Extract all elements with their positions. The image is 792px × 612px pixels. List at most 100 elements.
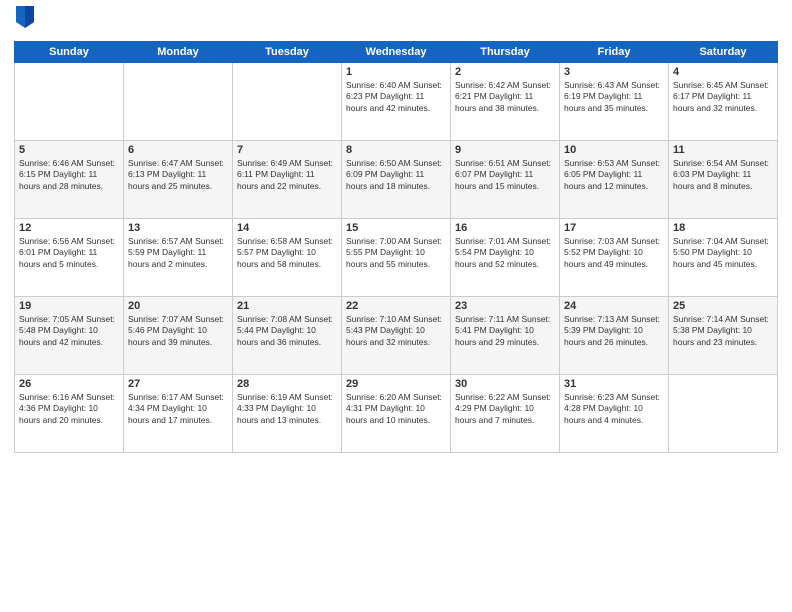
day-cell [124, 62, 233, 140]
day-cell: 30Sunrise: 6:22 AM Sunset: 4:29 PM Dayli… [451, 374, 560, 452]
calendar-table: SundayMondayTuesdayWednesdayThursdayFrid… [14, 41, 778, 453]
day-cell: 2 Sunrise: 6:42 AM Sunset: 6:21 PM Daylig… [451, 62, 560, 140]
day-cell: 31 Sunrise: 6:23 AM Sunset: 4:28 PM Dayli… [560, 374, 669, 452]
day-info: Sunrise: 7:14 AM Sunset: 5:38 PM Dayligh… [673, 314, 773, 348]
day-cell: 8 Sunrise: 6:50 AM Sunset: 6:09 PM Daylig… [342, 140, 451, 218]
day-cell: 5 Sunrise: 6:46 AM Sunset: 6:15 PM Daylig… [15, 140, 124, 218]
day-info: Sunrise: 6:23 AM Sunset: 4:28 PM Dayligh… [564, 392, 664, 426]
day-cell [15, 62, 124, 140]
day-cell: 24 Sunrise: 7:13 AM Sunset: 5:39 PM Dayli… [560, 296, 669, 374]
day-number: 21 [237, 300, 337, 312]
day-cell: 14 Sunrise: 6:58 AM Sunset: 5:57 PM Dayli… [233, 218, 342, 296]
day-cell: 20 Sunrise: 7:07 AM Sunset: 5:46 PM Dayli… [124, 296, 233, 374]
day-number: 6 [128, 144, 228, 156]
day-number: 3 [564, 66, 664, 78]
day-info: Sunrise: 6:46 AM Sunset: 6:15 PM Dayligh… [19, 158, 119, 192]
day-number: 20 [128, 300, 228, 312]
day-cell: 7Sunrise: 6:49 AM Sunset: 6:11 PM Daylig… [233, 140, 342, 218]
day-info: Sunrise: 7:07 AM Sunset: 5:46 PM Dayligh… [128, 314, 228, 348]
day-number: 15 [346, 222, 446, 234]
weekday-header-friday: Friday [560, 41, 669, 62]
page-container: SundayMondayTuesdayWednesdayThursdayFrid… [0, 0, 792, 612]
day-cell: 4Sunrise: 6:45 AM Sunset: 6:17 PM Daylig… [669, 62, 778, 140]
day-info: Sunrise: 6:42 AM Sunset: 6:21 PM Dayligh… [455, 80, 555, 114]
day-number: 7 [237, 144, 337, 156]
week-row-1: 1 Sunrise: 6:40 AM Sunset: 6:23 PM Daylig… [15, 62, 778, 140]
day-info: Sunrise: 6:16 AM Sunset: 4:36 PM Dayligh… [19, 392, 119, 426]
day-info: Sunrise: 7:00 AM Sunset: 5:55 PM Dayligh… [346, 236, 446, 270]
day-info: Sunrise: 6:47 AM Sunset: 6:13 PM Dayligh… [128, 158, 228, 192]
day-info: Sunrise: 7:13 AM Sunset: 5:39 PM Dayligh… [564, 314, 664, 348]
day-info: Sunrise: 7:08 AM Sunset: 5:44 PM Dayligh… [237, 314, 337, 348]
day-cell: 26Sunrise: 6:16 AM Sunset: 4:36 PM Dayli… [15, 374, 124, 452]
day-cell: 16 Sunrise: 7:01 AM Sunset: 5:54 PM Dayli… [451, 218, 560, 296]
day-cell: 15 Sunrise: 7:00 AM Sunset: 5:55 PM Dayli… [342, 218, 451, 296]
day-number: 14 [237, 222, 337, 234]
day-number: 17 [564, 222, 664, 234]
day-info: Sunrise: 6:53 AM Sunset: 6:05 PM Dayligh… [564, 158, 664, 192]
day-cell: 19 Sunrise: 7:05 AM Sunset: 5:48 PM Dayli… [15, 296, 124, 374]
day-info: Sunrise: 7:03 AM Sunset: 5:52 PM Dayligh… [564, 236, 664, 270]
day-cell: 13Sunrise: 6:57 AM Sunset: 5:59 PM Dayli… [124, 218, 233, 296]
day-number: 9 [455, 144, 555, 156]
day-number: 10 [564, 144, 664, 156]
day-cell [233, 62, 342, 140]
logo-icon [16, 6, 34, 28]
day-info: Sunrise: 7:04 AM Sunset: 5:50 PM Dayligh… [673, 236, 773, 270]
day-info: Sunrise: 7:05 AM Sunset: 5:48 PM Dayligh… [19, 314, 119, 348]
logo [14, 10, 34, 33]
day-cell: 11 Sunrise: 6:54 AM Sunset: 6:03 PM Dayli… [669, 140, 778, 218]
day-cell: 29 Sunrise: 6:20 AM Sunset: 4:31 PM Dayli… [342, 374, 451, 452]
logo-text [14, 10, 34, 33]
day-cell: 21 Sunrise: 7:08 AM Sunset: 5:44 PM Dayli… [233, 296, 342, 374]
day-info: Sunrise: 7:10 AM Sunset: 5:43 PM Dayligh… [346, 314, 446, 348]
day-number: 4 [673, 66, 773, 78]
day-number: 24 [564, 300, 664, 312]
day-info: Sunrise: 6:43 AM Sunset: 6:19 PM Dayligh… [564, 80, 664, 114]
day-info: Sunrise: 6:58 AM Sunset: 5:57 PM Dayligh… [237, 236, 337, 270]
header [14, 10, 778, 33]
day-info: Sunrise: 6:56 AM Sunset: 6:01 PM Dayligh… [19, 236, 119, 270]
day-cell [669, 374, 778, 452]
weekday-header-sunday: Sunday [15, 41, 124, 62]
day-number: 8 [346, 144, 446, 156]
week-row-4: 19 Sunrise: 7:05 AM Sunset: 5:48 PM Dayli… [15, 296, 778, 374]
day-info: Sunrise: 6:17 AM Sunset: 4:34 PM Dayligh… [128, 392, 228, 426]
weekday-header-monday: Monday [124, 41, 233, 62]
weekday-header-tuesday: Tuesday [233, 41, 342, 62]
day-number: 29 [346, 378, 446, 390]
week-row-5: 26Sunrise: 6:16 AM Sunset: 4:36 PM Dayli… [15, 374, 778, 452]
day-number: 22 [346, 300, 446, 312]
day-number: 28 [237, 378, 337, 390]
day-number: 1 [346, 66, 446, 78]
day-number: 11 [673, 144, 773, 156]
week-row-2: 5 Sunrise: 6:46 AM Sunset: 6:15 PM Daylig… [15, 140, 778, 218]
weekday-header-wednesday: Wednesday [342, 41, 451, 62]
day-cell: 17 Sunrise: 7:03 AM Sunset: 5:52 PM Dayli… [560, 218, 669, 296]
day-number: 2 [455, 66, 555, 78]
day-number: 25 [673, 300, 773, 312]
day-cell: 1 Sunrise: 6:40 AM Sunset: 6:23 PM Daylig… [342, 62, 451, 140]
day-number: 5 [19, 144, 119, 156]
day-info: Sunrise: 6:57 AM Sunset: 5:59 PM Dayligh… [128, 236, 228, 270]
day-info: Sunrise: 6:20 AM Sunset: 4:31 PM Dayligh… [346, 392, 446, 426]
day-cell: 9 Sunrise: 6:51 AM Sunset: 6:07 PM Daylig… [451, 140, 560, 218]
day-number: 16 [455, 222, 555, 234]
day-info: Sunrise: 6:19 AM Sunset: 4:33 PM Dayligh… [237, 392, 337, 426]
day-info: Sunrise: 7:01 AM Sunset: 5:54 PM Dayligh… [455, 236, 555, 270]
day-cell: 18 Sunrise: 7:04 AM Sunset: 5:50 PM Dayli… [669, 218, 778, 296]
day-info: Sunrise: 6:54 AM Sunset: 6:03 PM Dayligh… [673, 158, 773, 192]
day-cell: 23Sunrise: 7:11 AM Sunset: 5:41 PM Dayli… [451, 296, 560, 374]
day-cell: 3 Sunrise: 6:43 AM Sunset: 6:19 PM Daylig… [560, 62, 669, 140]
day-info: Sunrise: 6:50 AM Sunset: 6:09 PM Dayligh… [346, 158, 446, 192]
day-cell: 25 Sunrise: 7:14 AM Sunset: 5:38 PM Dayli… [669, 296, 778, 374]
day-number: 19 [19, 300, 119, 312]
day-number: 18 [673, 222, 773, 234]
day-info: Sunrise: 6:40 AM Sunset: 6:23 PM Dayligh… [346, 80, 446, 114]
day-info: Sunrise: 6:51 AM Sunset: 6:07 PM Dayligh… [455, 158, 555, 192]
weekday-header-saturday: Saturday [669, 41, 778, 62]
day-cell: 28 Sunrise: 6:19 AM Sunset: 4:33 PM Dayli… [233, 374, 342, 452]
day-cell: 12Sunrise: 6:56 AM Sunset: 6:01 PM Dayli… [15, 218, 124, 296]
weekday-header-thursday: Thursday [451, 41, 560, 62]
day-number: 31 [564, 378, 664, 390]
